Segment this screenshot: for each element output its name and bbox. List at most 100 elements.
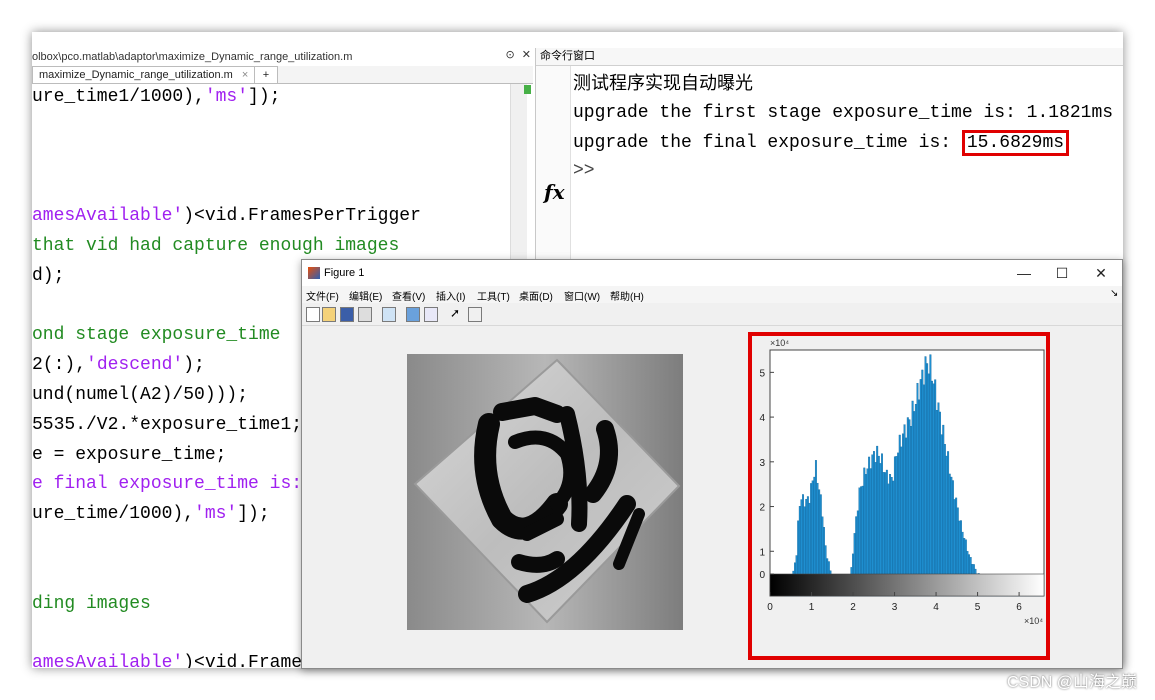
menu-edit[interactable]: 编辑(E) [349,288,382,303]
menu-file[interactable]: 文件(F) [306,288,339,303]
code-line: 2(:),'descend'); [32,354,205,376]
menu-dock-arrow-icon[interactable]: ↘ [1110,288,1118,299]
matlab-logo-icon [308,267,320,279]
code-token: )<vid.FramesPerTrigger [183,206,421,227]
histogram-bar [908,419,911,597]
editor-tab-label: maximize_Dynamic_range_utilization.m [39,69,233,81]
menu-view[interactable]: 查看(V) [392,288,425,303]
histogram-bar [932,383,935,597]
command-prompt[interactable]: >> [573,160,595,182]
menu-help[interactable]: 帮助(H) [610,288,644,303]
menu-desktop[interactable]: 桌面(D) [519,288,553,303]
histogram-bar [943,444,946,597]
histogram-bar [924,356,927,597]
print-icon[interactable] [358,307,372,322]
y-exponent-label: ×10⁴ [770,338,789,348]
histogram-bar [911,400,914,597]
code-token: that vid had capture enough images [32,236,400,256]
x-tick-label: 4 [933,602,939,613]
code-token: 2(:), [32,355,87,376]
save-icon[interactable] [340,307,354,322]
code-line: amesAvailable')<vid.FramesPerTrigger [32,205,421,227]
histogram-bar [876,445,879,597]
code-token: amesAvailable' [32,206,184,227]
code-token: ); [183,355,205,376]
code-token: d); [32,265,65,286]
insert-legend-icon[interactable] [424,307,438,322]
new-figure-icon[interactable] [306,307,320,322]
y-tick-label: 0 [759,570,765,581]
code-line: d); [32,265,64,287]
y-tick-label: 3 [759,458,765,469]
insert-colorbar-icon[interactable] [406,307,420,322]
histogram-bar [937,402,940,597]
output-line-1: 测试程序实现自动曝光 [573,73,753,93]
code-line: und(numel(A2)/50))); [32,384,248,406]
code-token: 'ms' [194,504,238,525]
tab-close-icon[interactable]: × [242,69,248,81]
code-token: ]); [248,87,281,107]
figure-menubar: 文件(F) 编辑(E) 查看(V) 插入(I) 工具(T) 桌面(D) 窗口(W… [302,286,1122,303]
fx-icon[interactable]: fx [544,180,565,204]
add-tab-button[interactable]: + [254,66,278,83]
x-tick-label: 2 [850,602,856,613]
code-line: ure_time/1000),'ms']); [32,503,270,525]
close-icon[interactable]: ✕ [522,49,531,61]
close-button[interactable]: ✕ [1081,260,1121,286]
pointer-icon[interactable]: ➚ [450,307,462,320]
histogram-bar [940,434,943,597]
output-line-2: upgrade the first stage exposure_time is… [573,103,1114,123]
code-token: und(numel(A2)/50))); [32,385,249,405]
code-token: 5535./V2.*exposure_time1; [32,414,303,435]
menu-window[interactable]: 窗口(W) [564,288,600,303]
code-token: amesAvailable' [32,653,184,668]
open-file-icon[interactable] [322,307,336,322]
histogram-bar [929,354,932,597]
code-token: ding images [32,593,151,614]
code-line: ding images [32,593,151,615]
histogram-bar [902,433,904,597]
code-token: ure_time1/1000), [32,87,205,107]
x-tick-label: 1 [809,602,815,613]
editor-file-path: olbox\pco.matlab\adaptor\maximize_Dynami… [32,51,353,63]
code-token: ure_time/1000), [32,504,195,525]
code-line: that vid had capture enough images [32,235,399,257]
histogram-bar [918,399,921,597]
code-token: ]); [237,504,270,525]
maximize-button[interactable]: ☐ [1042,260,1082,286]
code-token: e = exposure_time; [32,444,227,465]
histogram-bar [903,424,906,597]
editor-tab[interactable]: maximize_Dynamic_range_utilization.m × [32,66,256,83]
figure-title: Figure 1 [324,267,365,279]
command-window-title: 命令行窗口 [536,48,1123,66]
figure-canvas: 0 1 2 3 4 5 0 1 2 3 4 5 6 ×10⁴ ×10⁴ [302,326,1122,668]
minimize-button[interactable]: — [1004,260,1044,286]
menu-tools[interactable]: 工具(T) [477,288,510,303]
link-plot-icon[interactable] [382,307,396,322]
histogram-bar [942,424,945,597]
histogram-bar [919,379,922,597]
histogram-bar [906,417,909,597]
code-line: ond stage exposure_time [32,324,280,346]
histogram-bar [939,411,941,597]
property-inspector-icon[interactable] [468,307,482,322]
output-line-3: upgrade the final exposure_time is: 15.6… [573,130,1070,156]
x-tick-label: 3 [892,602,898,613]
y-tick-label: 5 [759,368,765,379]
histogram-bar [935,409,938,597]
expand-icon[interactable]: ⊙ [506,49,515,61]
figure-toolbar: ➚ [302,303,1122,326]
code-token: 'descend' [86,355,184,376]
histogram-chart: 0123450 1 2 3 4 5 6×10⁴×10⁴ [759,338,1045,626]
x-tick-label: 5 [975,602,981,613]
output-line-3-prefix: upgrade the final exposure_time is: [573,133,962,153]
grayscale-image [407,354,683,630]
watermark: CSDN @山海之巅 [1006,674,1137,691]
code-token: ond stage exposure_time [32,325,281,346]
code-line: e final exposure_time is: ', [32,473,334,495]
histogram-bar [931,380,933,597]
menu-insert[interactable]: 插入(I) [436,288,465,303]
y-tick-label: 2 [759,503,765,514]
histogram-bar [922,384,925,597]
histogram-bar [921,369,924,597]
